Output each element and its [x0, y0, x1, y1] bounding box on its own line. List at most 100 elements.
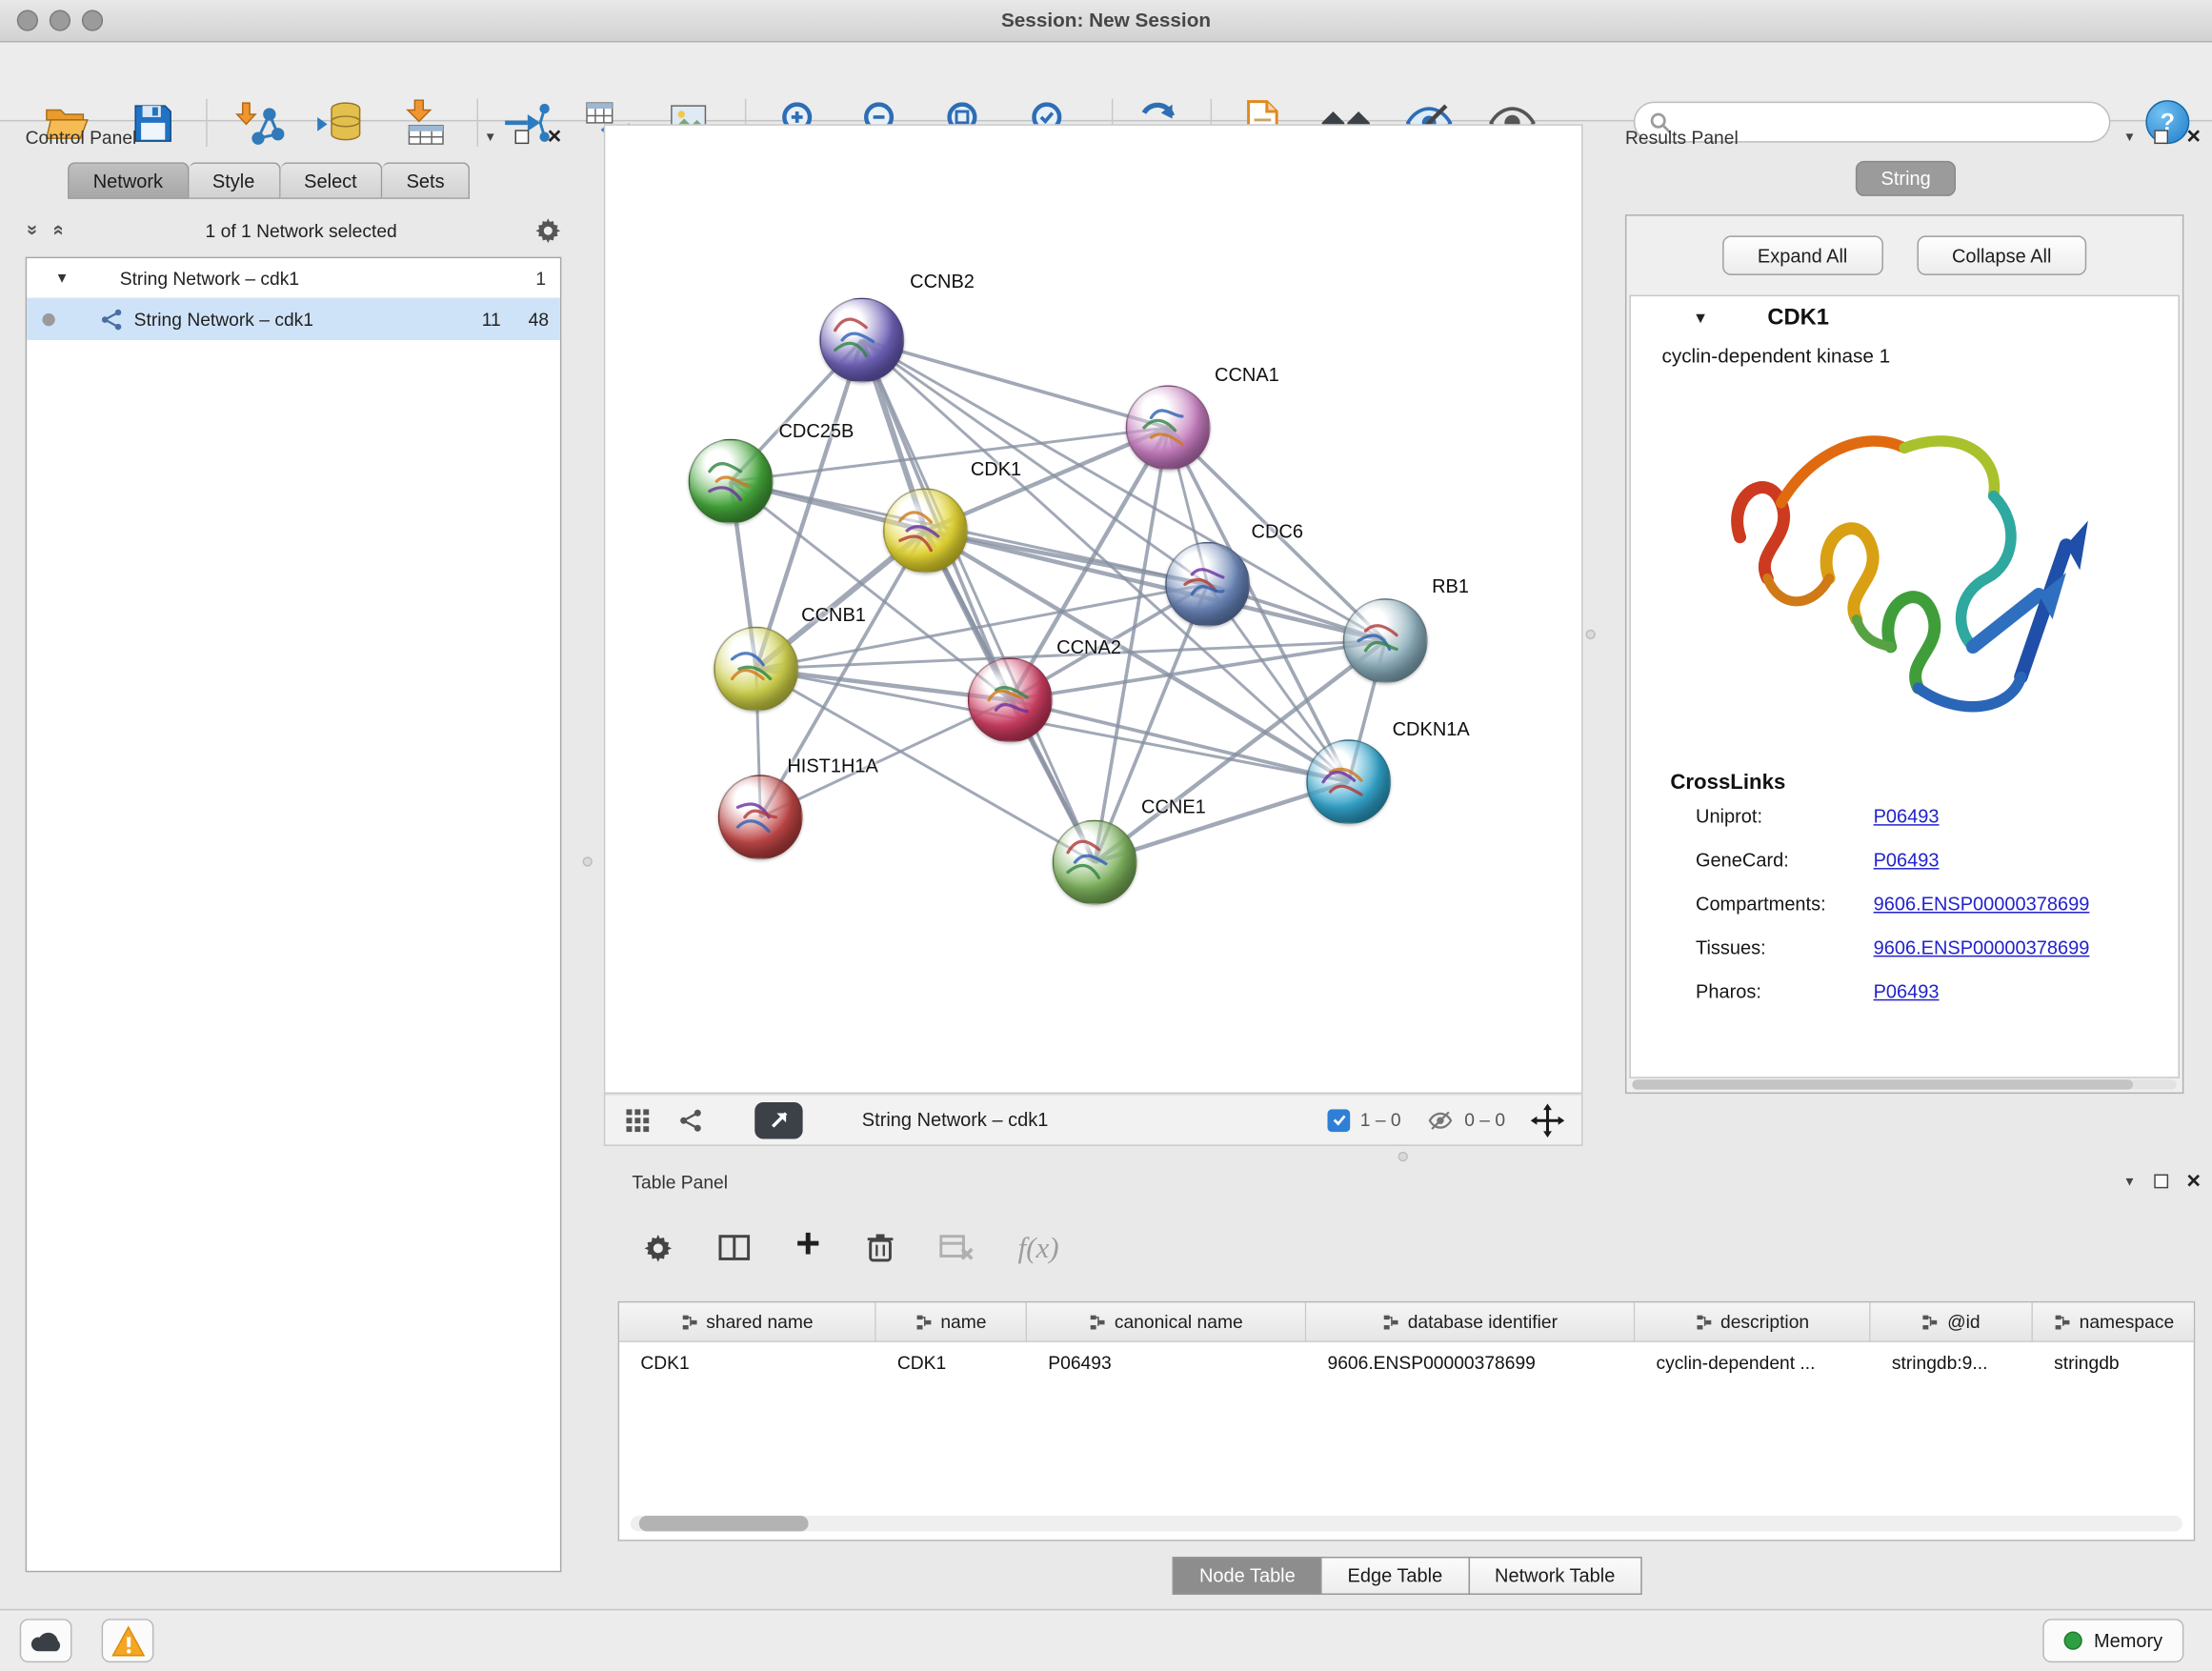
column-header-name[interactable]: name: [876, 1302, 1027, 1341]
show-columns-icon[interactable]: [718, 1234, 751, 1262]
pan-crosshair-icon[interactable]: [1531, 1103, 1565, 1137]
column-header-canonical-name[interactable]: canonical name: [1027, 1302, 1306, 1341]
table-panel-title: Table Panel: [632, 1172, 728, 1193]
network-node-label: CCNA1: [1215, 364, 1279, 385]
delete-trash-icon[interactable]: [866, 1232, 895, 1263]
table-cell[interactable]: P06493: [1027, 1342, 1306, 1381]
gene-section: ▼ CDK1 cyclin-dependent kinase 1: [1629, 295, 2180, 1078]
table-cell[interactable]: cyclin-dependent ...: [1635, 1342, 1870, 1381]
hidden-count: 0 – 0: [1464, 1109, 1505, 1130]
hidden-count-group: 0 – 0: [1426, 1107, 1505, 1133]
tab-string[interactable]: String: [1856, 161, 1957, 196]
crosslink-row: Pharos:P06493: [1631, 970, 2179, 1014]
grid-view-icon[interactable]: [625, 1107, 651, 1133]
column-header--id[interactable]: @id: [1871, 1302, 2033, 1341]
right-splitter-handle[interactable]: [1585, 630, 1595, 639]
network-node-cdc25b[interactable]: [689, 439, 774, 524]
table-row[interactable]: CDK1CDK1P064939606.ENSP00000378699cyclin…: [619, 1342, 2194, 1381]
selected-checkbox-icon[interactable]: [1328, 1109, 1351, 1132]
tab-network-table[interactable]: Network Table: [1468, 1557, 1642, 1595]
section-expander-icon[interactable]: ▼: [1693, 311, 1708, 328]
panel-menu-icon[interactable]: ▼: [484, 130, 496, 144]
panel-menu-icon[interactable]: ▼: [2123, 130, 2136, 144]
collection-count: 1: [535, 268, 546, 289]
panel-menu-icon[interactable]: ▼: [2123, 1175, 2136, 1189]
memory-status-dot-icon: [2064, 1632, 2082, 1650]
column-header-description[interactable]: description: [1635, 1302, 1870, 1341]
warning-icon: [111, 1625, 145, 1657]
crosslink-value-link[interactable]: 9606.ENSP00000378699: [1874, 937, 2090, 958]
close-panel-icon[interactable]: ×: [2186, 1173, 2201, 1190]
close-panel-icon[interactable]: ×: [548, 129, 562, 146]
network-collection-row[interactable]: ▼ String Network – cdk1 1: [27, 258, 560, 297]
table-settings-gear-icon[interactable]: [643, 1233, 673, 1262]
network-row-selected[interactable]: String Network – cdk1 11 48: [27, 298, 560, 340]
network-tree: ▼ String Network – cdk1 1 String Network…: [26, 257, 562, 1573]
edge-count: 48: [501, 309, 549, 330]
add-column-button[interactable]: +: [795, 1220, 820, 1268]
network-node-rb1[interactable]: [1343, 598, 1428, 683]
tab-edge-table[interactable]: Edge Table: [1320, 1557, 1469, 1595]
collapse-all-icon[interactable]: »: [23, 219, 46, 242]
table-cell[interactable]: stringdb: [2033, 1342, 2195, 1381]
control-panel-header: Control Panel ▼ ×: [11, 121, 573, 158]
node-table[interactable]: shared namenamecanonical namedatabase id…: [618, 1301, 2196, 1541]
network-node-ccnb1[interactable]: [714, 627, 798, 712]
table-cell[interactable]: stringdb:9...: [1871, 1342, 2033, 1381]
close-panel-icon[interactable]: ×: [2186, 129, 2201, 146]
network-node-ccne1[interactable]: [1053, 820, 1137, 905]
network-node-cdkn1a[interactable]: [1306, 739, 1391, 824]
network-node-cdk1[interactable]: [883, 489, 968, 574]
crosslink-value-link[interactable]: P06493: [1874, 981, 1940, 1002]
network-node-ccna1[interactable]: [1126, 385, 1211, 470]
expander-triangle-icon[interactable]: ▼: [55, 271, 70, 286]
crosslink-value-link[interactable]: 9606.ENSP00000378699: [1874, 894, 2090, 915]
detach-view-button[interactable]: [754, 1101, 802, 1138]
selected-count: 1 – 0: [1360, 1109, 1401, 1130]
tab-network[interactable]: Network: [68, 162, 189, 199]
network-node-ccna2[interactable]: [968, 657, 1053, 742]
memory-button[interactable]: Memory: [2043, 1619, 2184, 1662]
table-cell[interactable]: 9606.ENSP00000378699: [1306, 1342, 1635, 1381]
network-node-hist1h1a[interactable]: [718, 775, 803, 859]
network-canvas[interactable]: CCNB2CCNA1CDC25BCDK1CDC6RB1CCNB1CCNA2CDK…: [604, 124, 1583, 1094]
table-horizontal-scrollbar[interactable]: [631, 1516, 2182, 1531]
network-view-icon[interactable]: [678, 1107, 704, 1133]
cloud-status-button[interactable]: [20, 1619, 72, 1662]
table-cell[interactable]: CDK1: [876, 1342, 1027, 1381]
collapse-all-button[interactable]: Collapse All: [1917, 235, 2087, 274]
tab-select[interactable]: Select: [280, 162, 382, 199]
crosslink-value-link[interactable]: P06493: [1874, 806, 1940, 827]
expand-all-icon[interactable]: »: [45, 219, 68, 242]
float-panel-icon[interactable]: [2154, 130, 2168, 144]
table-panel: Table Panel ▼ × + f(x) shared namenameca…: [604, 1166, 2212, 1598]
network-view-toolbar: String Network – cdk1 1 – 0 0 – 0: [604, 1094, 1583, 1146]
column-header-database-identifier[interactable]: database identifier: [1306, 1302, 1635, 1341]
network-node-ccnb2[interactable]: [819, 298, 904, 383]
gene-symbol: CDK1: [1767, 306, 1829, 332]
network-options-gear-icon[interactable]: [534, 216, 561, 243]
bottom-splitter-handle[interactable]: [1398, 1152, 1408, 1161]
network-node-cdc6[interactable]: [1165, 542, 1250, 627]
tab-style[interactable]: Style: [189, 162, 280, 199]
table-cell[interactable]: CDK1: [619, 1342, 876, 1381]
control-panel-tabs: NetworkStyleSelectSets: [68, 162, 470, 199]
gene-section-header[interactable]: ▼ CDK1: [1631, 296, 2179, 341]
tab-sets[interactable]: Sets: [382, 162, 470, 199]
float-panel-icon[interactable]: [515, 130, 530, 144]
status-bar: Memory: [0, 1609, 2212, 1671]
network-selection-row: » » 1 of 1 Network selected: [23, 209, 562, 251]
crosslink-label: Compartments:: [1696, 894, 1874, 915]
float-panel-icon[interactable]: [2154, 1175, 2168, 1189]
column-header-shared-name[interactable]: shared name: [619, 1302, 876, 1341]
crosslinks-list: Uniprot:P06493GeneCard:P06493Compartment…: [1631, 795, 2179, 1014]
crosslink-row: GeneCard:P06493: [1631, 838, 2179, 882]
results-scrollbar[interactable]: [1632, 1079, 2177, 1089]
left-splitter-handle[interactable]: [583, 856, 593, 866]
hidden-eye-icon[interactable]: [1426, 1107, 1455, 1133]
expand-all-button[interactable]: Expand All: [1722, 235, 1883, 274]
warnings-button[interactable]: [102, 1619, 154, 1662]
crosslink-value-link[interactable]: P06493: [1874, 850, 1940, 871]
column-header-namespace[interactable]: namespace: [2033, 1302, 2195, 1341]
tab-node-table[interactable]: Node Table: [1173, 1557, 1322, 1595]
